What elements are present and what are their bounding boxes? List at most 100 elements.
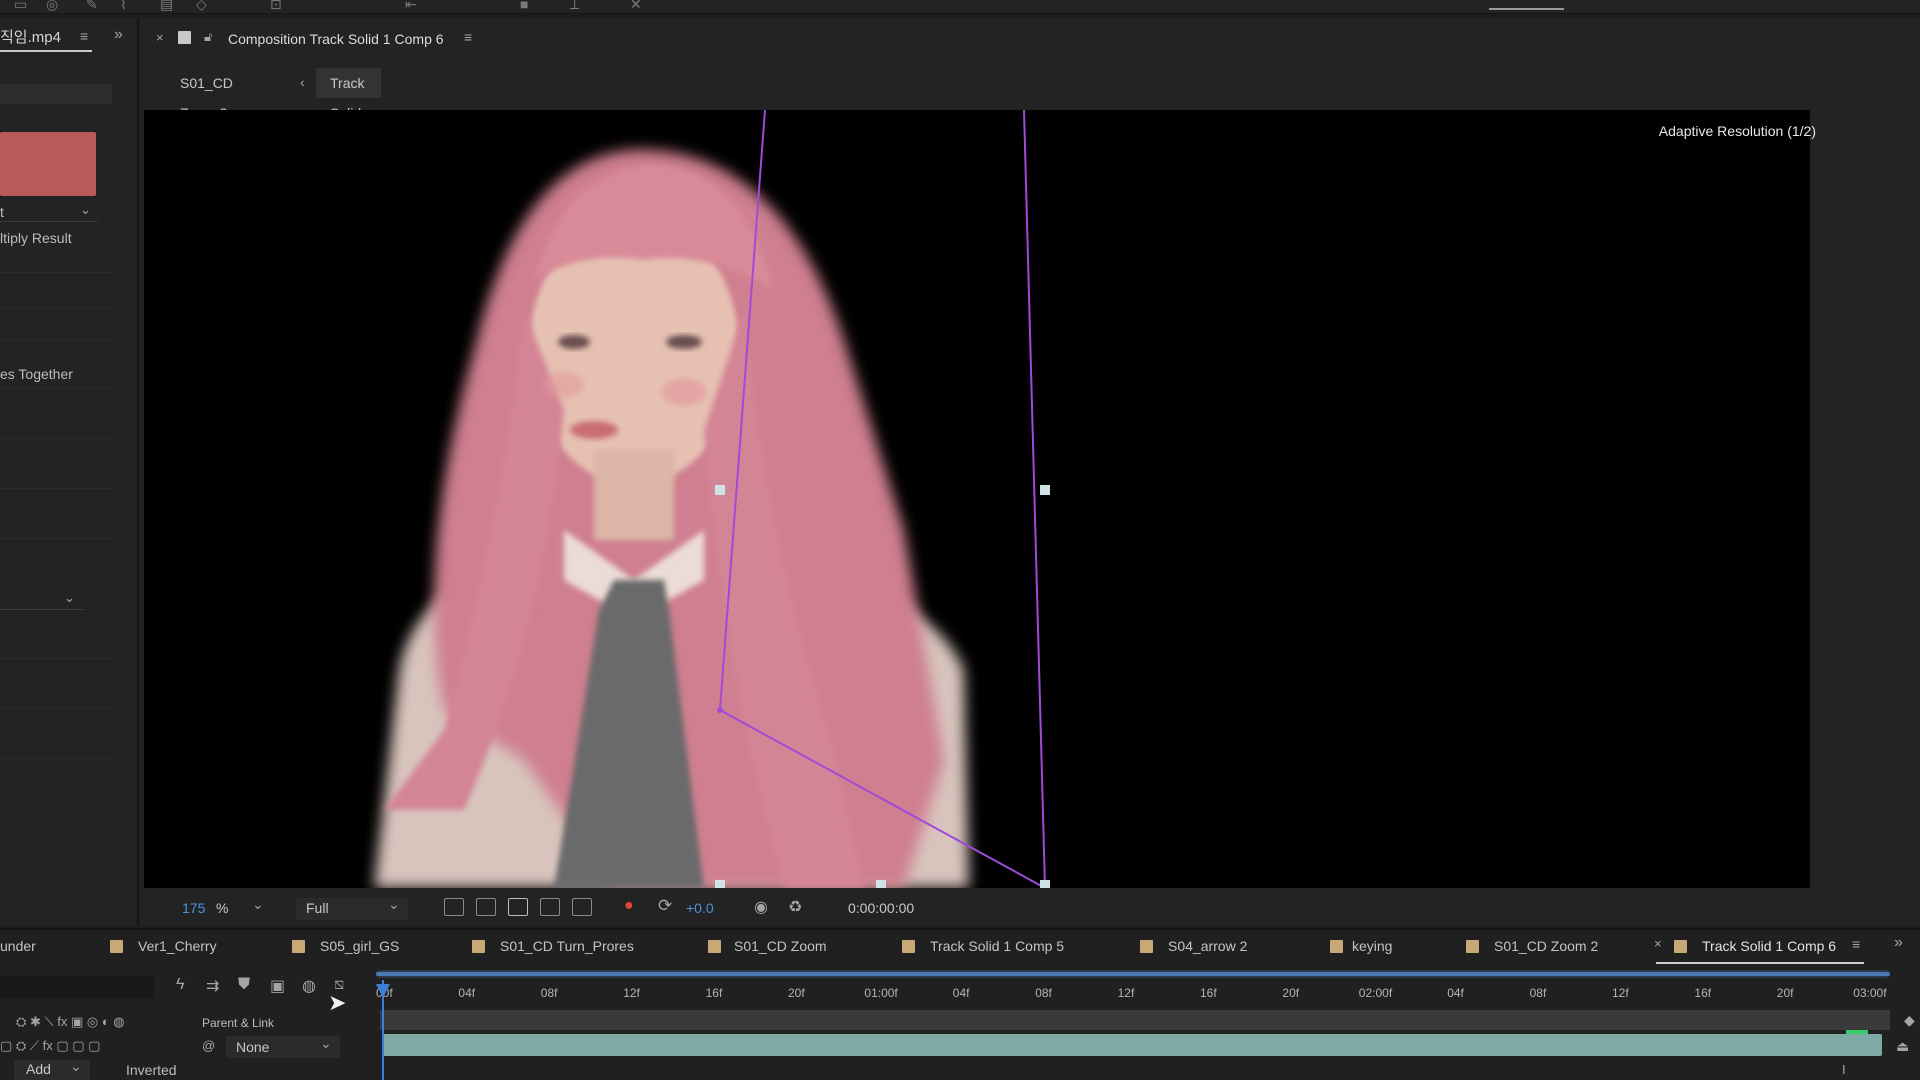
snapshot-icon[interactable]: ◉: [754, 897, 768, 917]
zoom-value[interactable]: 175: [182, 900, 205, 916]
composition-header: × 🔓︎ Composition Track Solid 1 Comp 6 ≡: [140, 18, 1920, 58]
transform-handle[interactable]: [1040, 485, 1050, 495]
toolbar-tool-icon[interactable]: ◎: [46, 0, 58, 13]
composition-viewer[interactable]: [144, 110, 1810, 888]
reset-exposure-icon[interactable]: ⟳: [658, 896, 672, 916]
layer-duration-bar[interactable]: [382, 1034, 1882, 1056]
comp-duration-bar[interactable]: [380, 1010, 1890, 1030]
effect-controls-tab[interactable]: 직임.mp4: [0, 26, 61, 47]
mask-visibility-icon[interactable]: [508, 898, 528, 916]
composition-title[interactable]: Composition Track Solid 1 Comp 6: [228, 31, 444, 47]
layer-expand-icon[interactable]: ⏏: [1896, 1038, 1909, 1055]
timeline-tab[interactable]: under: [0, 938, 36, 954]
toolbar-tool-icon[interactable]: ⌇: [120, 0, 127, 13]
ruler-tick-label: 16f: [705, 986, 723, 1000]
time-ruler[interactable]: 00f04f08f12f16f20f01:00f04f08f12f16f20f0…: [376, 970, 1896, 1002]
zoom-slider-icon[interactable]: I: [1842, 1062, 1846, 1077]
timeline-tab[interactable]: keying: [1352, 938, 1392, 954]
chevron-left-icon[interactable]: ‹: [300, 74, 305, 90]
transform-handle[interactable]: [1040, 880, 1050, 888]
parent-dropdown[interactable]: None ⌄: [226, 1035, 340, 1058]
comp-color-label[interactable]: [178, 31, 191, 44]
tab-underline: [1656, 962, 1864, 964]
panel-expand-icon[interactable]: »: [114, 26, 123, 44]
timeline-tab[interactable]: Track Solid 1 Comp 5: [930, 938, 1064, 954]
timeline-tab-active[interactable]: Track Solid 1 Comp 6: [1702, 938, 1836, 954]
effect-dropdown[interactable]: t ⌄: [0, 202, 98, 222]
lock-icon[interactable]: 🔓︎: [204, 29, 212, 45]
comp-color-label: [1140, 940, 1153, 953]
mask-path-edge[interactable]: [1023, 110, 1046, 888]
comp-color-label: [1466, 940, 1479, 953]
comp-marker-bin-icon[interactable]: ◆: [1904, 1012, 1915, 1029]
comp-flowchart-icon[interactable]: ⇉: [206, 976, 219, 996]
color-channels-icon[interactable]: ●: [624, 897, 634, 915]
divider: [0, 388, 112, 389]
current-time[interactable]: 0:00:00:00: [848, 900, 914, 916]
panel-menu-icon[interactable]: ≡: [80, 28, 88, 44]
ruler-tick-label: 08f: [1035, 986, 1052, 1000]
toolbar-tool-icon[interactable]: ✎: [86, 0, 98, 13]
transform-handle[interactable]: [715, 880, 725, 888]
ruler-tick-label: 16f: [1200, 986, 1217, 1000]
guides-icon[interactable]: [540, 898, 560, 916]
timeline-tab[interactable]: Ver1_Cherry: [138, 938, 217, 954]
color-swatch[interactable]: [0, 132, 96, 196]
close-icon[interactable]: ×: [1654, 936, 1662, 951]
timeline-tab[interactable]: S01_CD Zoom 2: [1494, 938, 1598, 954]
inverted-checkbox-label[interactable]: Inverted: [126, 1062, 177, 1078]
transparency-grid-icon[interactable]: [476, 898, 496, 916]
grid-icon[interactable]: [572, 898, 592, 916]
effect-dropdown-2[interactable]: ⌄: [0, 590, 84, 610]
comp-color-label: [110, 940, 123, 953]
subject-eye: [666, 335, 702, 349]
subject-lips: [570, 421, 618, 439]
timeline-tab[interactable]: S04_arrow 2: [1168, 938, 1247, 954]
frame-blending-icon[interactable]: ▣: [270, 976, 285, 996]
transform-handle[interactable]: [715, 485, 725, 495]
close-icon[interactable]: ×: [156, 30, 164, 45]
show-snapshot-icon[interactable]: ♻: [788, 897, 802, 917]
layer-switches-icon: ⛭ ✱ ⟍ fx ▣ ◎ ◐ ◍: [16, 1014, 125, 1029]
effect-controls-panel: 직임.mp4 ≡ » t ⌄ ltiply Result es Together…: [0, 18, 138, 926]
divider: [0, 272, 112, 273]
toolbar-tool-icon[interactable]: ◇: [196, 0, 207, 13]
divider: [0, 708, 112, 709]
toolbar-tool-icon[interactable]: ⊡: [270, 0, 282, 13]
viewer-toolbar: 175 % ⌄ Full ⌄ ● ⟳ +0.0 ◉ ♻ 0:00:00:00: [140, 892, 1920, 926]
region-of-interest-icon[interactable]: [444, 898, 464, 916]
toolbar-tool-icon[interactable]: ✕: [630, 0, 642, 13]
toolbar-tool-icon[interactable]: ⟂: [570, 0, 579, 13]
panel-menu-icon[interactable]: ≡: [1852, 936, 1860, 952]
effect-row[interactable]: [0, 84, 112, 104]
workspace-active-indicator: [1489, 8, 1564, 10]
timeline-tab[interactable]: S01_CD Zoom: [734, 938, 827, 954]
toolbar-tool-icon[interactable]: ▤: [160, 0, 173, 13]
panel-expand-icon[interactable]: »: [1894, 934, 1903, 952]
transform-handle[interactable]: [876, 880, 886, 888]
draft-3d-icon[interactable]: ϟ: [176, 976, 184, 994]
ruler-tick-label: 03:00f: [1853, 986, 1887, 1000]
together-label[interactable]: es Together: [0, 366, 73, 382]
timeline-tab[interactable]: S01_CD Turn_Prores: [500, 938, 634, 954]
layer-switches-row[interactable]: ▢ ⛭ ⟋ fx ▢ ▢ ▢: [0, 1038, 100, 1054]
mouse-cursor-icon: ➤: [328, 990, 347, 1015]
multiply-result-label[interactable]: ltiply Result: [0, 230, 72, 246]
toolbar-tool-icon[interactable]: ▭: [14, 0, 27, 13]
layer-search-input[interactable]: [0, 976, 154, 998]
comp-color-label: [1330, 940, 1343, 953]
breadcrumb-item-active[interactable]: Track Solid 1 Comp 6: [316, 68, 382, 211]
mask-vertex[interactable]: [717, 707, 723, 713]
pickwhip-icon[interactable]: @: [202, 1038, 215, 1053]
motion-blur-icon[interactable]: ◍: [302, 976, 316, 996]
shy-layers-icon[interactable]: ⛊: [238, 976, 250, 994]
resolution-dropdown[interactable]: Full ⌄: [296, 896, 408, 920]
panel-menu-icon[interactable]: ≡: [464, 29, 472, 45]
toolbar-tool-icon[interactable]: ⇤: [405, 0, 417, 13]
toolbar-tool-icon[interactable]: ■: [520, 0, 528, 12]
breadcrumb-item[interactable]: S01_CD Zoom 2: [166, 68, 247, 121]
chevron-down-icon[interactable]: ⌄: [252, 896, 264, 913]
exposure-value[interactable]: +0.0: [686, 900, 714, 916]
timeline-tab[interactable]: S05_girl_GS: [320, 938, 399, 954]
mask-mode-dropdown[interactable]: Add ⌄: [14, 1058, 90, 1080]
